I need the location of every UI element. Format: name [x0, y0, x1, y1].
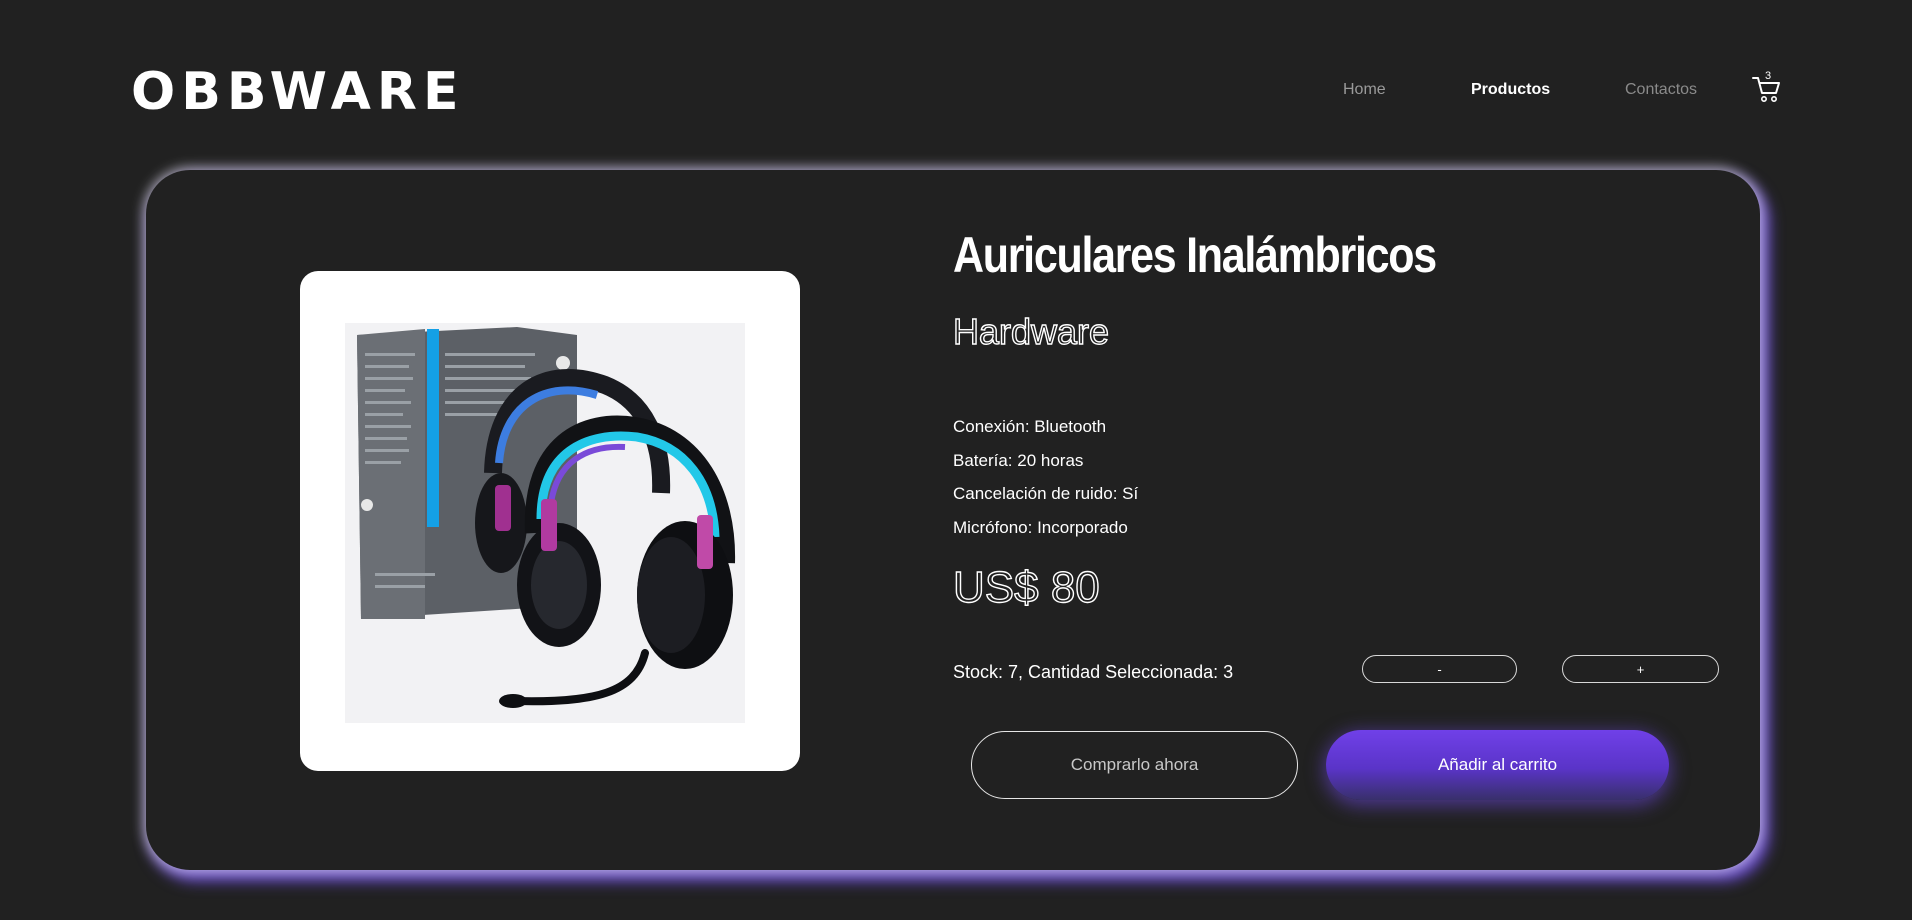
product-card: Auriculares Inalámbricos Hardware Conexi… — [146, 170, 1760, 870]
increase-quantity-button[interactable]: + — [1562, 655, 1719, 683]
spec-item: Batería: 20 horas — [953, 450, 1084, 470]
site-header: OBBWARE Home Productos Contactos 3 — [0, 0, 1912, 160]
product-price: US$ 80 — [952, 562, 1100, 612]
spec-item: Cancelación de ruido: Sí — [953, 484, 1139, 503]
product-specs-list: Conexión: Bluetooth Batería: 20 horas Ca… — [953, 410, 1138, 544]
spec-item: Micrófono: Incorporado — [953, 517, 1128, 537]
nav-home-link[interactable]: Home — [1343, 78, 1386, 102]
buy-now-button[interactable]: Comprarlo ahora — [971, 731, 1298, 799]
product-title: Auriculares Inalámbricos — [953, 227, 1437, 283]
headset-image — [345, 323, 745, 723]
decrease-quantity-button[interactable]: - — [1362, 655, 1517, 683]
product-image-frame — [300, 271, 800, 771]
add-to-cart-button[interactable]: Añadir al carrito — [1326, 730, 1669, 800]
cart-count-badge: 3 — [1765, 70, 1772, 82]
nav-productos-link[interactable]: Productos — [1471, 78, 1550, 102]
spec-item: Conexión: Bluetooth — [953, 417, 1107, 436]
product-category: Hardware — [952, 310, 1110, 352]
stock-quantity-text: Stock: 7, Cantidad Seleccionada: 3 — [953, 662, 1234, 682]
nav-contactos-link[interactable]: Contactos — [1625, 78, 1697, 102]
brand-logo[interactable]: OBBWARE — [131, 62, 464, 122]
cart-button[interactable]: 3 — [1751, 70, 1781, 104]
